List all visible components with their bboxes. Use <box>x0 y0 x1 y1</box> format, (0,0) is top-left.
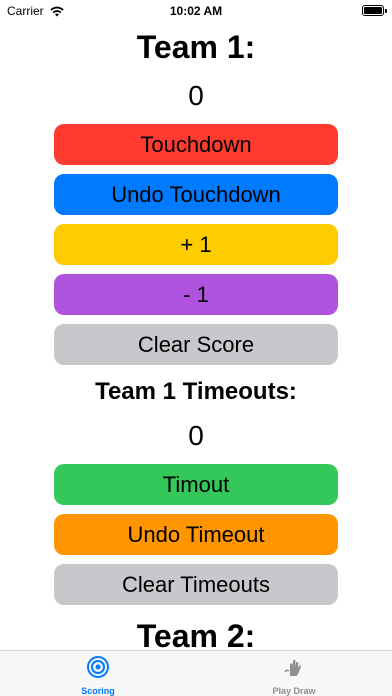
team1-timeouts-count: 0 <box>188 420 204 451</box>
undo-touchdown-button[interactable]: Undo Touchdown <box>54 174 338 215</box>
timeout-button[interactable]: Timout <box>54 464 338 505</box>
target-icon <box>87 656 109 678</box>
tab-bar: Scoring Play Draw <box>0 650 392 696</box>
team1-score: 0 <box>188 80 204 111</box>
hand-draw-icon <box>284 659 301 676</box>
touchdown-button[interactable]: Touchdown <box>54 124 338 165</box>
tab-play-draw[interactable]: Play Draw <box>224 655 364 696</box>
scoring-content[interactable]: Team 1: 0 Touchdown Undo Touchdown + 1 -… <box>0 0 392 650</box>
undo-timeout-button[interactable]: Undo Timeout <box>54 514 338 555</box>
minus-one-button[interactable]: - 1 <box>54 274 338 315</box>
clear-score-button[interactable]: Clear Score <box>54 324 338 365</box>
tab-scoring[interactable]: Scoring <box>28 655 168 696</box>
team1-title: Team 1: <box>136 29 256 65</box>
team2-title: Team 2: <box>136 618 256 650</box>
tab-scoring-label: Scoring <box>81 686 115 696</box>
tab-play-draw-label: Play Draw <box>272 686 316 696</box>
clear-timeouts-button[interactable]: Clear Timeouts <box>54 564 338 605</box>
team1-timeouts-title: Team 1 Timeouts: <box>95 378 297 405</box>
plus-one-button[interactable]: + 1 <box>54 224 338 265</box>
